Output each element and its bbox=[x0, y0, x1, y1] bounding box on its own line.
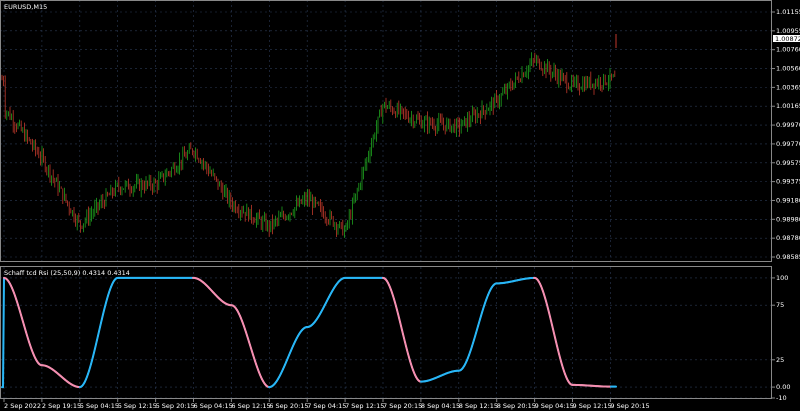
price-tick-label: 1.00760 bbox=[776, 46, 800, 54]
time-tick-label: 9 Sep 20:15 bbox=[610, 402, 649, 410]
price-tick-label: 0.98780 bbox=[776, 234, 800, 242]
time-tick-label: 2 Sep 2022 bbox=[4, 402, 41, 410]
price-tick-label: 0.99770 bbox=[776, 140, 800, 148]
indicator-tick-label: 25 bbox=[776, 356, 784, 364]
symbol-title: EURUSD,M15 bbox=[4, 3, 47, 11]
time-tick-label: 7 Sep 04:15 bbox=[307, 402, 346, 410]
stc-segment[interactable] bbox=[2, 276, 5, 389]
price-tick-label: 1.01155 bbox=[776, 8, 800, 16]
time-tick-label: 5 Sep 20:15 bbox=[156, 402, 195, 410]
price-tick-label: 0.99970 bbox=[776, 121, 800, 129]
price-tick-label: 0.98585 bbox=[776, 253, 800, 261]
time-tick-label: 9 Sep 04:15 bbox=[535, 402, 574, 410]
time-tick-label: 6 Sep 20:15 bbox=[269, 402, 308, 410]
price-tick-label: 1.00365 bbox=[776, 83, 800, 91]
price-tick-label: 0.99575 bbox=[776, 159, 800, 167]
indicator-title: Schaff tcd Rsi (25,50,9) 0.4314 0.4314 bbox=[4, 269, 130, 277]
indicator-tick-label: 0.00 bbox=[776, 383, 790, 391]
time-tick-label: 2 Sep 19:15 bbox=[42, 402, 81, 410]
price-tick-label: 0.99375 bbox=[776, 178, 800, 186]
time-tick-label: 5 Sep 12:15 bbox=[118, 402, 157, 410]
time-tick-label: 9 Sep 12:15 bbox=[573, 402, 612, 410]
price-tick-label: 1.00165 bbox=[776, 102, 800, 110]
time-tick-label: 6 Sep 04:15 bbox=[194, 402, 233, 410]
trading-chart: 1.00872 EURUSD,M15 Schaff tcd Rsi (25,50… bbox=[0, 0, 800, 411]
time-tick-label: 6 Sep 12:15 bbox=[231, 402, 270, 410]
price-tick-label: 0.98980 bbox=[776, 215, 800, 223]
time-tick-label: 8 Sep 20:15 bbox=[497, 402, 536, 410]
time-tick-label: 7 Sep 20:15 bbox=[383, 402, 422, 410]
price-tick-label: 0.99180 bbox=[776, 196, 800, 204]
price-tick-label: 1.00955 bbox=[776, 27, 800, 35]
indicator-tick-label: 75 bbox=[776, 301, 784, 309]
current-price-text: 1.00872 bbox=[775, 35, 800, 43]
current-price-label: 1.00872 bbox=[773, 35, 800, 43]
chart-background bbox=[0, 0, 800, 411]
indicator-tick-label: -10 bbox=[776, 394, 787, 402]
price-tick-label: 1.00560 bbox=[776, 65, 800, 73]
indicator-tick-label: 100 bbox=[776, 274, 788, 282]
time-tick-label: 7 Sep 12:15 bbox=[345, 402, 384, 410]
time-tick-label: 8 Sep 04:15 bbox=[421, 402, 460, 410]
time-tick-label: 8 Sep 12:15 bbox=[459, 402, 498, 410]
time-tick-label: 5 Sep 04:15 bbox=[80, 402, 119, 410]
